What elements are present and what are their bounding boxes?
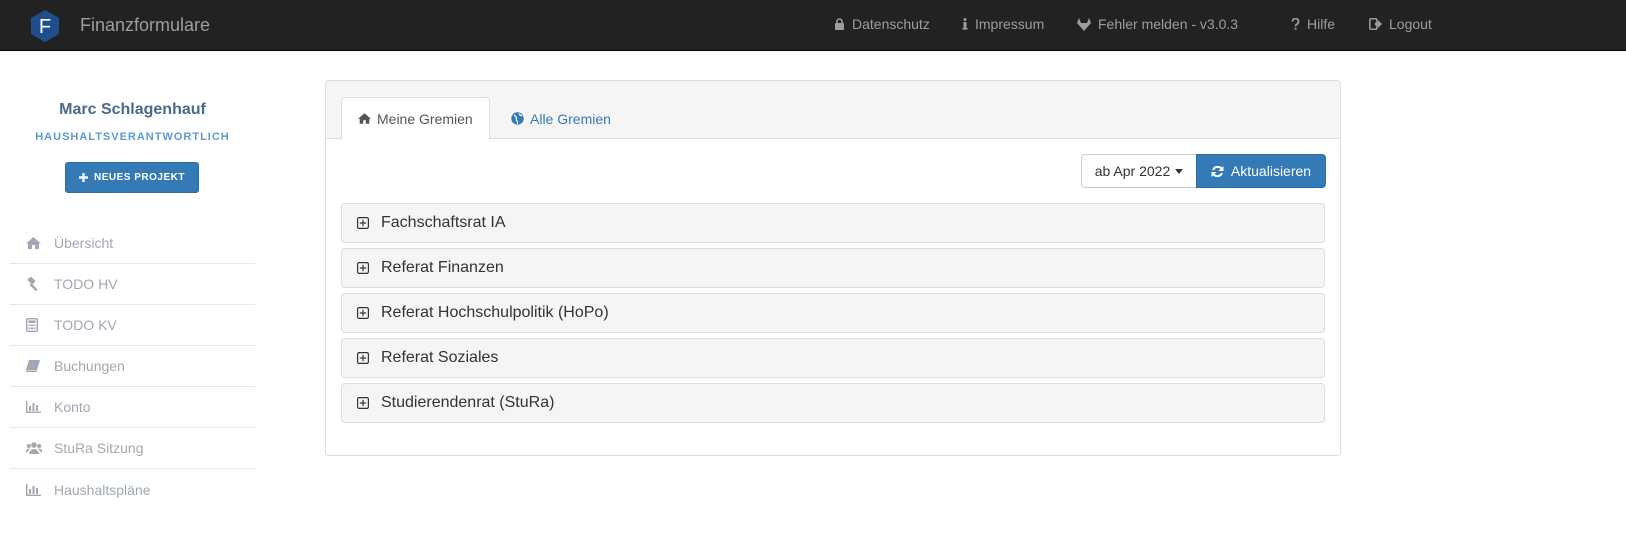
group-name: Referat Finanzen xyxy=(381,259,504,276)
home-icon xyxy=(26,237,41,249)
brand-title[interactable]: Finanzformulare xyxy=(80,15,210,36)
list-item[interactable]: Referat Finanzen xyxy=(341,248,1325,288)
gitlab-icon xyxy=(1077,17,1091,31)
info-icon xyxy=(962,18,968,30)
sidebar-item-stura-sitzung[interactable]: StuRa Sitzung xyxy=(10,428,255,469)
group-name: Fachschaftsrat IA xyxy=(381,214,506,231)
nav-logout-label: Logout xyxy=(1389,16,1432,32)
brand-logo-icon[interactable]: F xyxy=(28,9,62,43)
gavel-icon xyxy=(27,277,38,291)
nav-hilfe[interactable]: Hilfe xyxy=(1291,16,1335,32)
refresh-icon xyxy=(1211,165,1224,177)
new-project-label: NEUES PROJEKT xyxy=(94,172,185,183)
gremien-panel: Meine Gremien Alle Gremien ab Apr 2022 A… xyxy=(325,80,1341,456)
sidebar-item-todo-kv[interactable]: TODO KV xyxy=(10,305,255,346)
group-name: Studierendenrat (StuRa) xyxy=(381,394,555,411)
list-item[interactable]: Referat Hochschulpolitik (HoPo) xyxy=(341,293,1325,333)
expand-icon[interactable] xyxy=(357,217,369,229)
tab-alle-gremien[interactable]: Alle Gremien xyxy=(495,97,627,140)
nav-impressum-label: Impressum xyxy=(975,16,1045,32)
expand-icon[interactable] xyxy=(357,262,369,274)
sidebar-item-label: StuRa Sitzung xyxy=(54,440,144,456)
date-filter-dropdown[interactable]: ab Apr 2022 xyxy=(1081,154,1197,188)
nav-hilfe-label: Hilfe xyxy=(1307,16,1336,32)
new-project-button[interactable]: NEUES PROJEKT xyxy=(65,162,199,193)
nav-datenschutz-label: Datenschutz xyxy=(852,16,930,32)
group-name: Referat Soziales xyxy=(381,349,499,366)
sidebar-item-todo-hv[interactable]: TODO HV xyxy=(10,264,255,305)
refresh-label: Aktualisieren xyxy=(1230,163,1312,179)
panel-heading: Meine Gremien Alle Gremien xyxy=(326,81,1340,140)
nav-fehler-melden[interactable]: Fehler melden - v3.0.3 xyxy=(1077,16,1238,32)
expand-icon[interactable] xyxy=(357,352,369,364)
sidebar-item-konto[interactable]: Konto xyxy=(10,387,255,428)
sidebar-item-buchungen[interactable]: Buchungen xyxy=(10,346,255,387)
bar-chart-icon xyxy=(26,401,41,413)
sidebar-item-haushaltsplaene[interactable]: Haushaltspläne xyxy=(10,469,255,510)
list-item[interactable]: Referat Soziales xyxy=(341,338,1325,378)
tab-meine-gremien-label: Meine Gremien xyxy=(377,110,473,127)
bar-chart-icon xyxy=(26,483,41,496)
caret-down-icon xyxy=(1175,168,1184,174)
sidebar-nav: Übersicht TODO HV TODO KV Buchungen Kont… xyxy=(10,223,255,510)
sidebar-item-label: Übersicht xyxy=(54,235,114,251)
refresh-button[interactable]: Aktualisieren xyxy=(1196,154,1326,188)
expand-icon[interactable] xyxy=(357,307,369,319)
gremien-list: Fachschaftsrat IA Referat Finanzen Refer… xyxy=(341,203,1325,428)
sidebar-item-uebersicht[interactable]: Übersicht xyxy=(10,223,255,264)
nav-datenschutz[interactable]: Datenschutz xyxy=(834,16,930,32)
list-item[interactable]: Fachschaftsrat IA xyxy=(341,203,1325,243)
logout-icon xyxy=(1369,18,1382,30)
calculator-icon xyxy=(26,318,38,332)
user-name: Marc Schlagenhauf xyxy=(59,101,206,118)
sidebar-item-label: Konto xyxy=(54,399,91,415)
brand-letter: F xyxy=(39,16,51,38)
lock-icon xyxy=(835,18,844,30)
tab-alle-gremien-label: Alle Gremien xyxy=(530,110,611,127)
top-navbar: F Finanzformulare Datenschutz Impressum … xyxy=(0,0,1626,51)
tab-meine-gremien[interactable]: Meine Gremien xyxy=(341,97,490,140)
home-icon xyxy=(358,113,371,124)
book-icon xyxy=(26,360,40,372)
nav-fehler-melden-label: Fehler melden - v3.0.3 xyxy=(1098,16,1239,32)
list-item[interactable]: Studierendenrat (StuRa) xyxy=(341,383,1325,423)
date-filter-value: ab Apr 2022 xyxy=(1094,163,1171,179)
user-role: HAUSHALTSVERANTWORTLICH xyxy=(35,131,230,143)
group-name: Referat Hochschulpolitik (HoPo) xyxy=(381,304,609,321)
users-icon xyxy=(26,442,42,454)
sidebar-item-label: Haushaltspläne xyxy=(54,481,151,498)
plus-icon xyxy=(79,173,89,182)
sidebar-item-label: Buchungen xyxy=(54,358,125,374)
globe-icon xyxy=(511,112,524,125)
nav-impressum[interactable]: Impressum xyxy=(962,16,1044,32)
nav-logout[interactable]: Logout xyxy=(1369,16,1432,32)
question-icon xyxy=(1291,18,1300,30)
sidebar-item-label: TODO KV xyxy=(54,317,117,333)
sidebar-item-label: TODO HV xyxy=(54,276,118,292)
expand-icon[interactable] xyxy=(357,397,369,409)
